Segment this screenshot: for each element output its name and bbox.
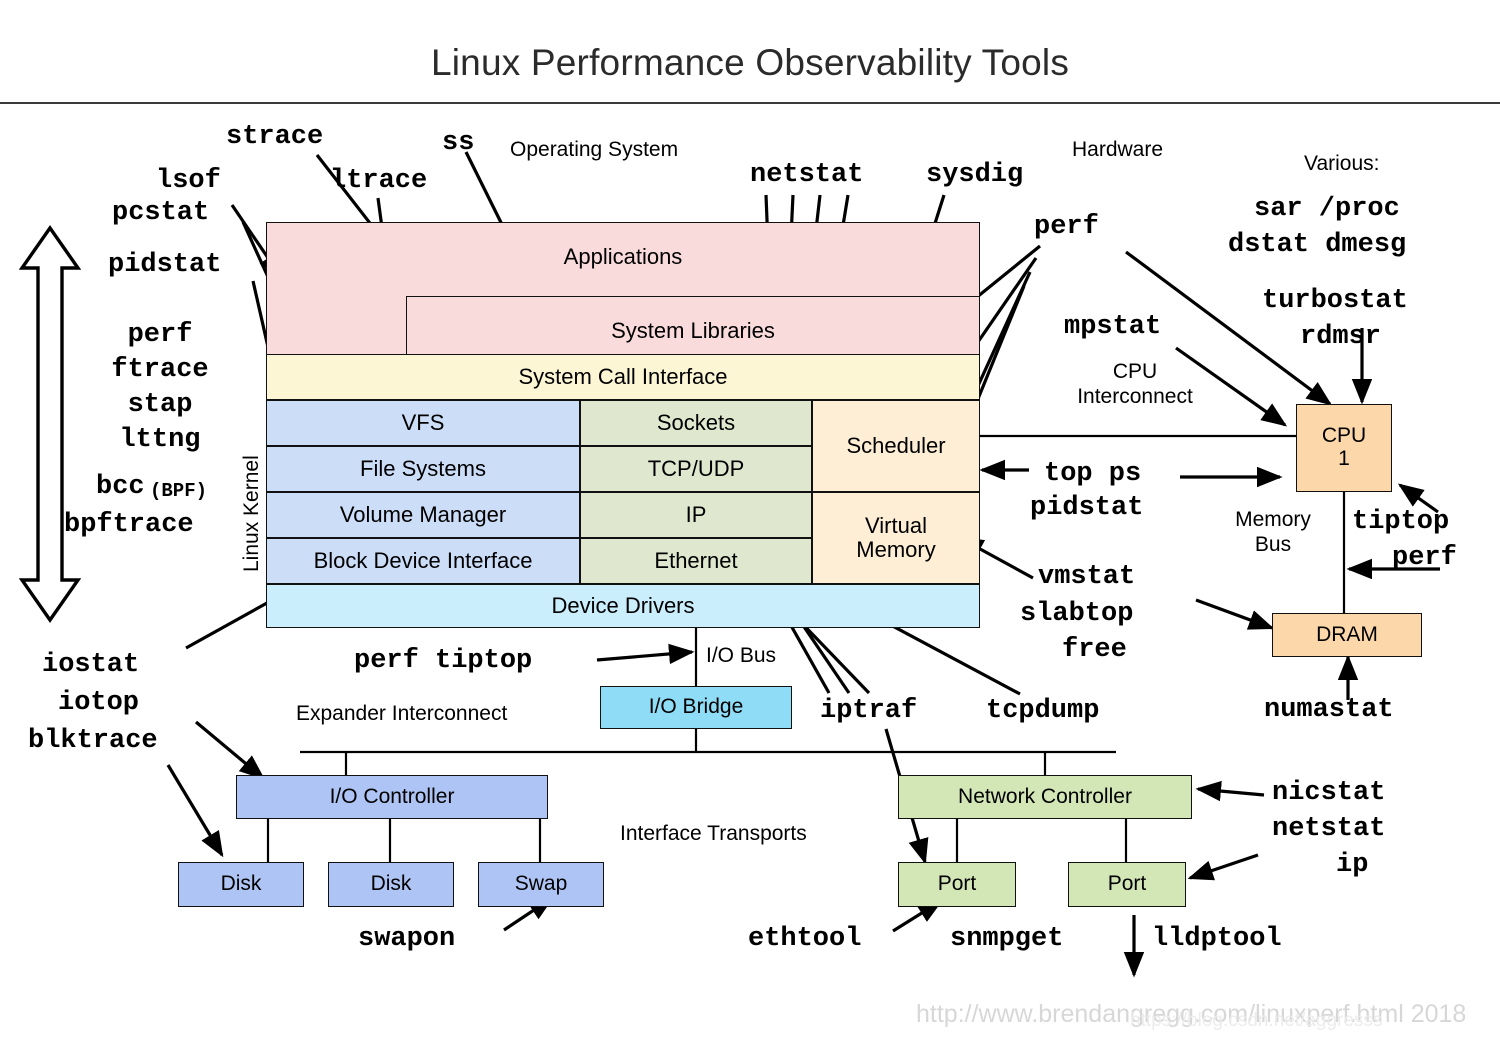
- tool-sysdig: sysdig: [926, 160, 1024, 190]
- os-box-volume-manager: Volume Manager: [266, 492, 580, 538]
- os-box-system-libraries-label: System Libraries: [611, 318, 775, 344]
- hw-box-dram: DRAM: [1272, 613, 1422, 657]
- tool-blktrace: blktrace: [28, 726, 158, 756]
- tool-pidstat: pidstat: [108, 250, 222, 280]
- tool-dstat-dmesg: dstat dmesg: [1228, 230, 1407, 260]
- tool-turbostat: turbostat: [1262, 286, 1408, 316]
- page-title: Linux Performance Observability Tools: [430, 42, 1070, 83]
- label-hardware: Hardware: [1072, 138, 1164, 161]
- tool-vmstat: vmstat: [1038, 562, 1136, 592]
- os-box-ip-label: IP: [685, 502, 707, 528]
- label-memory-bus: Memory Bus: [1235, 508, 1311, 556]
- os-box-volume-manager-label: Volume Manager: [339, 502, 507, 528]
- label-linux-kernel: Linux Kernel: [240, 455, 263, 572]
- os-box-sockets: Sockets: [580, 400, 812, 446]
- os-box-ethernet-label: Ethernet: [654, 548, 738, 574]
- tool-bpftrace: bpftrace: [64, 510, 194, 540]
- os-box-file-systems: File Systems: [266, 446, 580, 492]
- tool-perf-tiptop: perf tiptop: [354, 646, 533, 676]
- os-box-device-drivers-label: Device Drivers: [551, 593, 695, 619]
- os-box-block-device-interface: Block Device Interface: [266, 538, 580, 584]
- os-box-vfs-label: VFS: [401, 410, 445, 436]
- os-box-scheduler: Scheduler: [812, 400, 980, 492]
- title-bar: Linux Performance Observability Tools: [0, 0, 1500, 104]
- os-box-scheduler-label: Scheduler: [846, 433, 946, 459]
- tool-strace: strace: [226, 122, 324, 152]
- tool-lldptool: lldptool: [1152, 924, 1282, 954]
- tool-tcpdump: tcpdump: [986, 696, 1100, 726]
- tool-ss: ss: [442, 128, 475, 158]
- diagram-canvas: Linux Performance Observability Tools Ap…: [0, 0, 1500, 1050]
- tool-lsof: lsof: [156, 166, 221, 196]
- hw-box-disk-1-label: Disk: [220, 872, 262, 896]
- os-box-ip: IP: [580, 492, 812, 538]
- hw-box-io-bridge-label: I/O Bridge: [648, 695, 744, 719]
- os-box-sockets-label: Sockets: [656, 410, 736, 436]
- tool-sar-proc: sar /proc: [1254, 194, 1400, 224]
- tool-netstat: netstat: [750, 160, 864, 190]
- tool-iostat: iostat: [42, 650, 140, 680]
- tool-pcstat: pcstat: [112, 198, 210, 228]
- hw-box-io-bridge: I/O Bridge: [600, 686, 792, 729]
- tool-perf-mem: perf: [1392, 543, 1457, 573]
- tool-snmpget: snmpget: [950, 924, 1064, 954]
- tool-nicstat: nicstat: [1272, 778, 1386, 808]
- hw-box-network-controller-label: Network Controller: [958, 784, 1132, 808]
- hw-box-swap-label: Swap: [514, 872, 568, 896]
- label-cpu-interconnect: CPU Interconnect: [1077, 360, 1193, 408]
- tool-kernel-tracers: perf ftrace stap lttng: [111, 320, 209, 456]
- tool-bcc: bcc: [96, 472, 145, 502]
- os-box-vfs: VFS: [266, 400, 580, 446]
- tool-mpstat: mpstat: [1064, 312, 1162, 342]
- hw-box-dram-label: DRAM: [1316, 622, 1378, 646]
- tool-pidstat-cpu: pidstat: [1030, 493, 1144, 523]
- tool-perf-syscall: perf: [1034, 212, 1099, 242]
- tool-bcc-bpf-suffix: (BPF): [150, 480, 208, 502]
- os-box-tcp-udp: TCP/UDP: [580, 446, 812, 492]
- tool-netstat-nic: netstat: [1272, 814, 1386, 844]
- hw-box-port-2: Port: [1068, 862, 1186, 907]
- tool-iotop: iotop: [58, 688, 140, 718]
- os-box-device-drivers: Device Drivers: [266, 584, 980, 628]
- hw-box-disk-2: Disk: [328, 862, 454, 907]
- tool-slabtop: slabtop: [1020, 599, 1134, 629]
- tool-iptraf: iptraf: [820, 696, 918, 726]
- hw-box-io-controller-label: I/O Controller: [329, 784, 455, 808]
- label-operating-system: Operating System: [510, 138, 679, 161]
- tool-top-ps: top ps: [1044, 459, 1142, 489]
- tool-tiptop: tiptop: [1352, 507, 1450, 537]
- tool-rdmsr: rdmsr: [1300, 322, 1382, 352]
- os-box-tcp-udp-label: TCP/UDP: [647, 456, 745, 482]
- hw-box-disk-2-label: Disk: [370, 872, 412, 896]
- os-box-file-systems-label: File Systems: [360, 456, 486, 482]
- hw-box-port-1: Port: [898, 862, 1016, 907]
- label-various: Various:: [1304, 152, 1380, 175]
- label-interface-transports: Interface Transports: [620, 822, 807, 845]
- label-expander-interconnect: Expander Interconnect: [296, 702, 508, 725]
- hw-box-swap: Swap: [478, 862, 604, 907]
- hw-box-network-controller: Network Controller: [898, 775, 1192, 819]
- tool-swapon: swapon: [358, 924, 456, 954]
- hw-box-cpu-label: CPU 1: [1321, 424, 1367, 470]
- tool-free: free: [1062, 635, 1127, 665]
- hw-box-port-2-label: Port: [1107, 872, 1147, 896]
- tool-numastat: numastat: [1264, 695, 1394, 725]
- tool-ethtool: ethtool: [748, 924, 862, 954]
- hw-box-disk-1: Disk: [178, 862, 304, 907]
- footer-watermark: https://blog.csdn.net/aggresss: [1130, 1010, 1383, 1031]
- os-box-virtual-memory-label: Virtual Memory: [856, 513, 936, 562]
- hw-box-port-1-label: Port: [937, 872, 977, 896]
- os-box-applications-label: Applications: [563, 244, 683, 269]
- hw-box-cpu: CPU 1: [1296, 404, 1392, 492]
- hw-box-io-controller: I/O Controller: [236, 775, 548, 819]
- os-box-system-call-interface-label: System Call Interface: [518, 364, 728, 390]
- tool-ltrace: ltrace: [330, 166, 428, 196]
- os-box-ethernet: Ethernet: [580, 538, 812, 584]
- tool-ip: ip: [1336, 850, 1369, 880]
- os-box-system-call-interface: System Call Interface: [266, 354, 980, 400]
- label-io-bus: I/O Bus: [706, 644, 777, 667]
- os-box-virtual-memory: Virtual Memory: [812, 492, 980, 584]
- os-box-block-device-interface-label: Block Device Interface: [313, 548, 533, 574]
- observability-range-arrow: [18, 225, 82, 623]
